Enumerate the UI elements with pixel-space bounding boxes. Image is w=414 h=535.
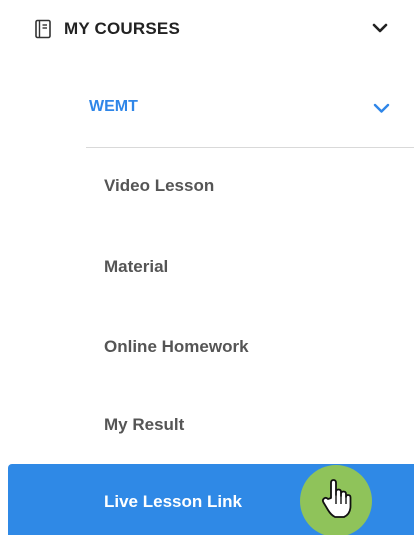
menu-item-video-lesson[interactable]: Video Lesson	[104, 173, 214, 199]
book-icon	[35, 19, 51, 39]
chevron-down-icon[interactable]	[373, 102, 390, 114]
menu-item-online-homework[interactable]: Online Homework	[104, 334, 249, 360]
chevron-down-icon[interactable]	[372, 22, 388, 34]
divider	[86, 147, 414, 148]
course-name: WEMT	[89, 98, 138, 115]
section-title: MY COURSES	[64, 19, 180, 38]
menu-item-label: Live Lesson Link	[104, 492, 242, 511]
menu-item-material[interactable]: Material	[104, 254, 168, 280]
course-item-wemt[interactable]: WEMT	[86, 87, 414, 131]
sidebar-menu: MY COURSES WEMT Video Lesson Material On…	[0, 0, 414, 535]
menu-item-my-result[interactable]: My Result	[104, 412, 184, 438]
hand-pointer-icon	[321, 479, 352, 518]
my-courses-header[interactable]: MY COURSES	[0, 0, 414, 60]
